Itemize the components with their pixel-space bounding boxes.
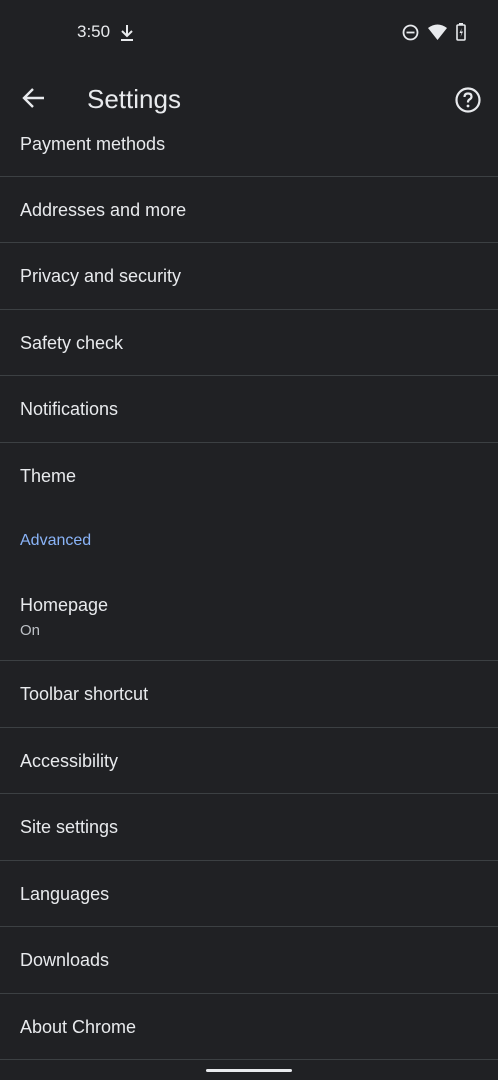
download-icon	[121, 25, 133, 41]
setting-theme[interactable]: Theme	[0, 443, 498, 508]
setting-label: Notifications	[20, 399, 119, 419]
setting-languages[interactable]: Languages	[0, 861, 498, 926]
setting-privacy-security[interactable]: Privacy and security	[0, 243, 498, 308]
setting-notifications[interactable]: Notifications	[0, 376, 498, 441]
app-bar: Settings	[0, 64, 498, 136]
setting-label: Downloads	[20, 950, 110, 970]
section-header-advanced: Advanced	[20, 532, 92, 549]
gesture-nav-handle[interactable]	[206, 1069, 292, 1072]
help-icon[interactable]	[454, 86, 482, 114]
setting-label: Payment methods	[20, 134, 166, 154]
back-arrow-icon[interactable]	[18, 82, 50, 114]
setting-label: Safety check	[20, 333, 124, 353]
setting-label: Homepage	[20, 595, 109, 615]
setting-label: Site settings	[20, 817, 119, 837]
setting-safety-check[interactable]: Safety check	[0, 310, 498, 375]
battery-icon	[456, 23, 466, 41]
setting-accessibility[interactable]: Accessibility	[0, 728, 498, 793]
setting-label: Privacy and security	[20, 266, 182, 286]
setting-toolbar-shortcut[interactable]: Toolbar shortcut	[0, 661, 498, 726]
do-not-disturb-icon	[402, 24, 419, 40]
setting-label: Addresses and more	[20, 200, 187, 220]
setting-label: Accessibility	[20, 751, 119, 771]
page-title: Settings	[87, 84, 181, 114]
wifi-icon	[428, 24, 447, 40]
status-time: 3:50	[77, 22, 111, 41]
status-icons	[402, 23, 466, 41]
setting-label: Theme	[20, 466, 77, 486]
setting-downloads[interactable]: Downloads	[0, 927, 498, 992]
setting-payment-methods[interactable]: Payment methods	[0, 128, 498, 176]
setting-label: About Chrome	[20, 1017, 137, 1037]
setting-about-chrome[interactable]: About Chrome	[0, 994, 498, 1059]
setting-addresses[interactable]: Addresses and more	[0, 177, 498, 242]
setting-label: Languages	[20, 884, 110, 904]
divider	[0, 1059, 498, 1060]
setting-label: Toolbar shortcut	[20, 684, 149, 704]
setting-summary: On	[20, 622, 41, 639]
status-bar: 3:50	[0, 0, 498, 64]
setting-site-settings[interactable]: Site settings	[0, 794, 498, 859]
setting-homepage[interactable]: Homepage On	[0, 570, 498, 660]
